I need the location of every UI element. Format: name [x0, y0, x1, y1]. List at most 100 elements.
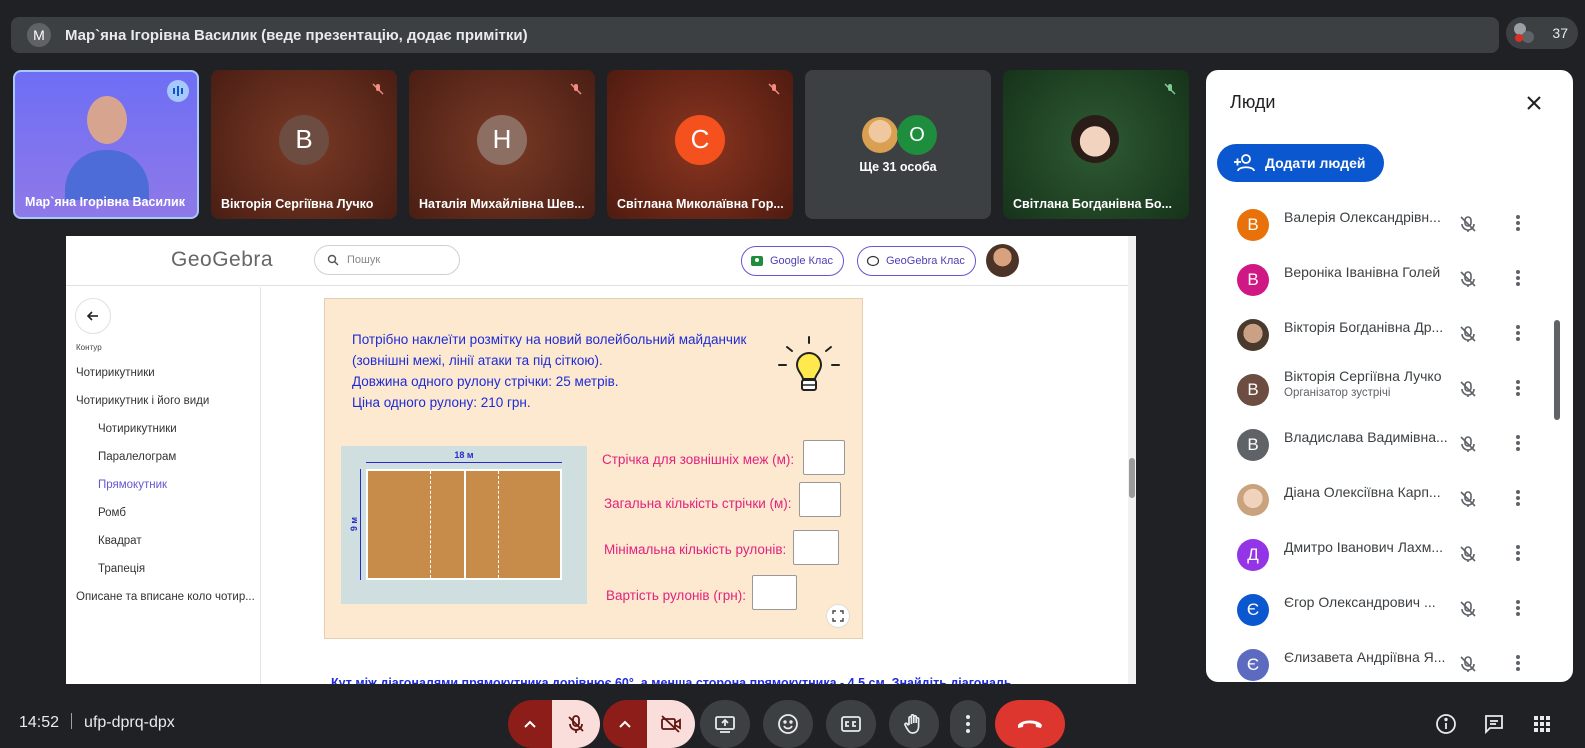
participant-avatar-photo: [1237, 484, 1269, 516]
more-options-icon[interactable]: [1508, 323, 1528, 343]
audio-options-button[interactable]: [508, 700, 552, 748]
geogebra-user-avatar[interactable]: [986, 244, 1019, 277]
participant-row[interactable]: Є Єлизавета Андріївна Я...: [1206, 637, 1561, 682]
more-options-icon[interactable]: [1508, 433, 1528, 453]
tile-name: Вікторія Сергіївна Лучко: [221, 197, 374, 211]
fullscreen-icon: [832, 610, 844, 622]
more-options-icon[interactable]: [1508, 653, 1528, 673]
scroll-thumb[interactable]: [1129, 458, 1135, 498]
sidebar-subitem[interactable]: Квадрат: [98, 535, 142, 547]
tile-participant[interactable]: B Вікторія Сергіївна Лучко: [211, 70, 397, 219]
people-scrollbar[interactable]: [1554, 320, 1560, 420]
participant-row[interactable]: B Владислава Вадимівна...: [1206, 417, 1561, 472]
more-options-icon[interactable]: [1508, 598, 1528, 618]
tile-participant[interactable]: Світлана Богданівна Бо...: [1003, 70, 1189, 219]
sidebar-subitem[interactable]: Чотирикутники: [98, 423, 177, 435]
participant-row[interactable]: Є Єгор Олександрович ...: [1206, 582, 1561, 637]
answer-input-3[interactable]: [793, 530, 839, 565]
tile-more-participants[interactable]: О Ще 31 особа: [805, 70, 991, 219]
fullscreen-button[interactable]: [826, 604, 850, 628]
more-options-icon[interactable]: [1508, 213, 1528, 233]
geogebra-search[interactable]: Пошук: [314, 245, 460, 275]
presenter-banner-text: Мар`яна Ігорівна Василик (веде презентац…: [65, 26, 528, 44]
tile-participant[interactable]: С Світлана Миколаївна Гор...: [607, 70, 793, 219]
video-options-button[interactable]: [603, 700, 647, 748]
activities-button[interactable]: [1526, 700, 1558, 748]
lightbulb-icon: [778, 336, 840, 391]
camera-toggle-button[interactable]: [647, 700, 695, 748]
divider: [71, 713, 73, 729]
geogebra-classroom-button[interactable]: GeoGebra Клас: [857, 246, 976, 276]
participant-role: Організатор зустрічі: [1284, 387, 1391, 399]
mic-off-icon[interactable]: [1458, 434, 1478, 454]
geogebra-sidebar: Контур Чотирикутники Чотирикутник і його…: [66, 287, 261, 684]
more-options-icon[interactable]: [1508, 268, 1528, 288]
present-screen-button[interactable]: [700, 700, 750, 748]
mic-off-icon[interactable]: [1458, 489, 1478, 509]
mic-off-icon[interactable]: [1458, 379, 1478, 399]
sidebar-item[interactable]: Описане та вписане коло чотир...: [76, 591, 255, 603]
more-options-icon[interactable]: [1508, 488, 1528, 508]
meeting-details-button[interactable]: [1430, 700, 1462, 748]
google-classroom-button[interactable]: Google Клас: [741, 246, 844, 276]
participant-name: Вікторія Сергіївна Лучко: [1284, 368, 1442, 384]
sidebar-subitem[interactable]: Трапеція: [98, 563, 145, 575]
participant-row[interactable]: B Вероніка Іванівна Голей: [1206, 252, 1561, 307]
tile-presenter[interactable]: Мар`яна Ігорівна Василик: [13, 70, 199, 219]
apps-grid-icon: [1534, 716, 1550, 732]
mic-off-icon[interactable]: [1458, 214, 1478, 234]
participant-row[interactable]: B Валерія Олександрівн...: [1206, 197, 1561, 252]
participant-name: Діана Олексіївна Карп...: [1284, 484, 1441, 500]
mic-off-icon[interactable]: [1458, 599, 1478, 619]
answer-input-4[interactable]: [752, 575, 797, 610]
answer-input-2[interactable]: [799, 482, 841, 517]
raise-hand-button[interactable]: [889, 700, 939, 748]
answer-input-1[interactable]: [803, 440, 845, 475]
microphone-toggle-button[interactable]: [552, 700, 600, 748]
attack-line: [430, 471, 431, 578]
mic-off-icon[interactable]: [1458, 544, 1478, 564]
mic-off-icon[interactable]: [1458, 324, 1478, 344]
camera-control: [603, 700, 695, 748]
sidebar-subitem[interactable]: Паралелограм: [98, 451, 176, 463]
tile-name: Світлана Богданівна Бо...: [1013, 197, 1172, 211]
geogebra-logo: GeoGebra: [171, 248, 274, 271]
more-options-icon[interactable]: [1508, 543, 1528, 563]
mic-off-icon: [763, 78, 785, 100]
question-label: Вартість рулонів (грн):: [606, 588, 746, 603]
tile-participant[interactable]: Н Наталія Михайлівна Шев...: [409, 70, 595, 219]
close-button[interactable]: [1521, 90, 1547, 116]
leave-call-button[interactable]: [995, 700, 1065, 748]
hang-up-icon: [1018, 720, 1042, 728]
arrow-left-icon: [86, 311, 98, 321]
participant-row[interactable]: Д Дмитро Іванович Лахм...: [1206, 527, 1561, 582]
reactions-button[interactable]: [763, 700, 813, 748]
back-button[interactable]: [75, 298, 111, 334]
court-height-label: 9 м: [349, 516, 360, 532]
mic-off-icon[interactable]: [1458, 654, 1478, 674]
add-people-button[interactable]: Додати людей: [1217, 144, 1384, 182]
sidebar-subitem[interactable]: Ромб: [98, 507, 126, 519]
participant-name: Вікторія Богданівна Др...: [1284, 319, 1444, 335]
captions-button[interactable]: [826, 700, 876, 748]
more-options-button[interactable]: [950, 700, 986, 748]
emoji-icon: [778, 714, 798, 734]
more-options-icon[interactable]: [1508, 378, 1528, 398]
participant-row[interactable]: Діана Олексіївна Карп...: [1206, 472, 1561, 527]
participant-row[interactable]: B Вікторія Сергіївна Лучко Організатор з…: [1206, 362, 1561, 417]
participant-avatar: Є: [1237, 594, 1269, 626]
presenter-avatar: M: [27, 23, 51, 47]
people-title: Люди: [1230, 92, 1276, 112]
search-placeholder: Пошук: [347, 254, 381, 266]
chat-button[interactable]: [1478, 700, 1510, 748]
sidebar-subitem-active[interactable]: Прямокутник: [98, 479, 167, 491]
participant-row[interactable]: Вікторія Богданівна Др...: [1206, 307, 1561, 362]
participant-name: Єлизавета Андріївна Я...: [1284, 649, 1446, 665]
sidebar-item[interactable]: Чотирикутники: [76, 367, 155, 379]
participant-avatar-photo: [1237, 319, 1269, 351]
mic-off-icon[interactable]: [1458, 269, 1478, 289]
sidebar-item[interactable]: Чотирикутник і його види: [76, 395, 209, 407]
presentation-scrollbar[interactable]: [1128, 236, 1136, 684]
participants-count-button[interactable]: 37: [1506, 17, 1578, 49]
add-people-label: Додати людей: [1265, 155, 1366, 171]
